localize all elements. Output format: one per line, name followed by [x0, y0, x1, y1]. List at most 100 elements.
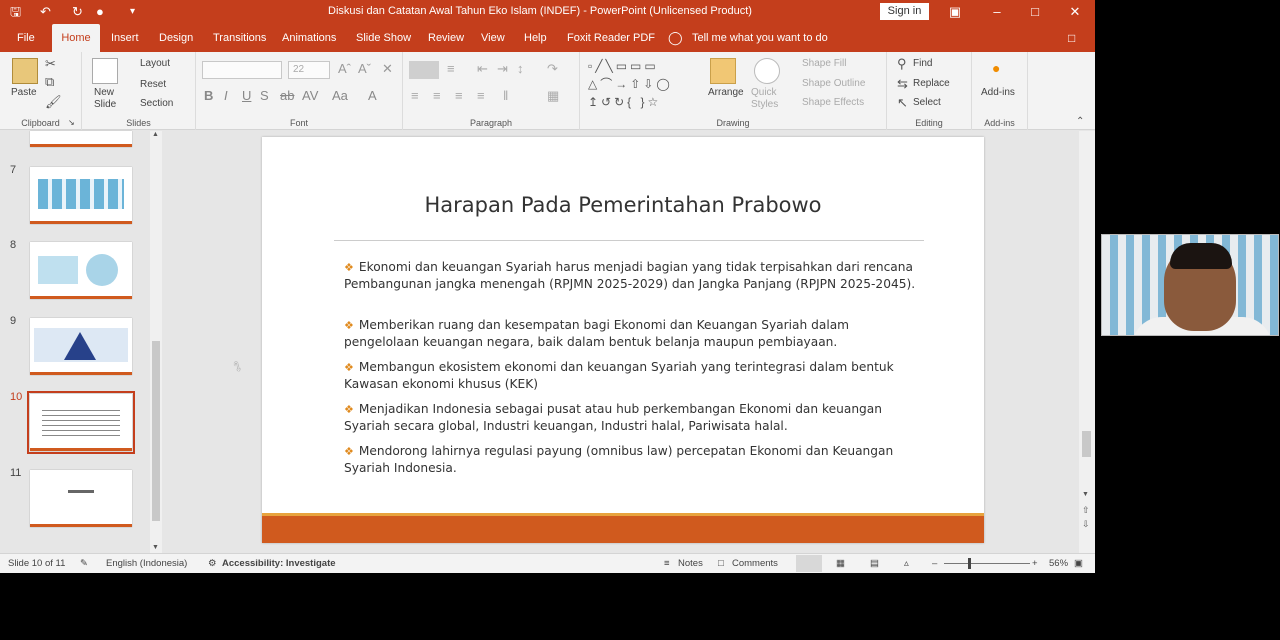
- align-left-icon[interactable]: ≡: [411, 88, 419, 103]
- underline-icon[interactable]: U: [242, 88, 251, 103]
- undo-icon[interactable]: ↶: [40, 3, 51, 21]
- slide-bullet[interactable]: ❖ Mendorong lahirnya regulasi payung (omn…: [344, 443, 924, 476]
- grow-font-icon[interactable]: Aˆ: [338, 61, 351, 76]
- tell-me-search[interactable]: Tell me what you want to do: [688, 24, 832, 52]
- arrange-icon[interactable]: [710, 58, 736, 84]
- align-right-icon[interactable]: ≡: [455, 88, 463, 103]
- next-slide-icon[interactable]: ⇩: [1082, 519, 1090, 530]
- shadow-icon[interactable]: S: [260, 88, 269, 103]
- layout-button[interactable]: Layout: [140, 58, 170, 69]
- slide-bullet[interactable]: ❖ Menjadikan Indonesia sebagai pusat atau…: [344, 401, 924, 434]
- addins-button[interactable]: Add-ins: [981, 87, 1015, 98]
- notes-button[interactable]: Notes: [678, 558, 703, 569]
- cut-icon[interactable]: ✂: [45, 56, 56, 72]
- font-color-icon[interactable]: A: [368, 88, 377, 103]
- addins-icon[interactable]: ●: [992, 60, 1000, 76]
- bullets-icon[interactable]: [409, 61, 439, 79]
- dialog-launcher-icon[interactable]: ↘: [68, 118, 75, 127]
- new-slide-button[interactable]: New Slide: [94, 87, 120, 111]
- line-spacing-icon[interactable]: ↕: [517, 61, 524, 76]
- change-case-icon[interactable]: Aa: [332, 88, 348, 103]
- ribbon-display-icon[interactable]: ▣: [940, 2, 970, 22]
- scroll-down-icon[interactable]: ▼: [152, 544, 159, 551]
- close-button[interactable]: ✕: [1060, 2, 1090, 22]
- accessibility-button[interactable]: Accessibility: Investigate: [222, 558, 336, 569]
- spelling-icon[interactable]: ✎: [80, 558, 88, 569]
- font-size-field[interactable]: 22: [288, 61, 330, 79]
- comments-icon[interactable]: □: [1064, 24, 1079, 52]
- current-slide[interactable]: Harapan Pada Pemerintahan Prabowo ❖ Ekono…: [262, 137, 984, 543]
- tab-slide-show[interactable]: Slide Show: [352, 24, 415, 52]
- align-center-icon[interactable]: ≡: [433, 88, 441, 103]
- quick-access-dropdown-icon[interactable]: ▾: [130, 3, 135, 21]
- paste-icon[interactable]: [12, 58, 38, 84]
- find-icon[interactable]: ⚲: [897, 56, 907, 72]
- format-painter-icon[interactable]: 🖌: [45, 94, 62, 110]
- spacing-icon[interactable]: AV: [302, 88, 318, 103]
- strikethrough-icon[interactable]: ab: [280, 88, 294, 103]
- scroll-thumb[interactable]: [152, 341, 160, 521]
- normal-view-button[interactable]: [796, 555, 822, 572]
- arrange-button[interactable]: Arrange: [708, 87, 744, 98]
- tab-transitions[interactable]: Transitions: [209, 24, 270, 52]
- slide-thumbnail-6[interactable]: [30, 131, 132, 147]
- shape-effects-button[interactable]: Shape Effects: [802, 97, 864, 108]
- shapes-gallery[interactable]: ▫╱╲▭▭▭ △⌒→⇧⇩◯ ↥↺↻{ }☆: [588, 57, 696, 111]
- justify-icon[interactable]: ≡: [477, 88, 485, 103]
- quick-styles-button[interactable]: Quick Styles: [751, 87, 785, 111]
- comments-button[interactable]: Comments: [732, 558, 778, 569]
- bold-icon[interactable]: B: [204, 88, 213, 103]
- slide-thumbnail-9[interactable]: [30, 318, 132, 375]
- slide-bullet[interactable]: ❖ Ekonomi dan keuangan Syariah harus menj…: [344, 259, 924, 292]
- comments-status-icon[interactable]: □: [718, 558, 724, 569]
- increase-indent-icon[interactable]: ⇥: [497, 61, 508, 77]
- select-button[interactable]: Select: [913, 97, 941, 108]
- tab-review[interactable]: Review: [424, 24, 468, 52]
- italic-icon[interactable]: I: [224, 88, 228, 103]
- accessibility-icon[interactable]: ⚙: [208, 558, 217, 569]
- customize-icon[interactable]: ●: [96, 3, 104, 21]
- fit-to-window-icon[interactable]: ▣: [1074, 558, 1083, 569]
- smartart-icon[interactable]: ▦: [547, 88, 559, 104]
- language-indicator[interactable]: English (Indonesia): [106, 558, 187, 569]
- replace-button[interactable]: Replace: [913, 78, 950, 89]
- tab-home[interactable]: Home: [52, 24, 100, 52]
- slide-thumbnail-7[interactable]: [30, 167, 132, 224]
- slide-thumbnail-10[interactable]: [27, 391, 135, 454]
- shape-fill-button[interactable]: Shape Fill: [802, 58, 846, 69]
- save-icon[interactable]: 🖫: [10, 3, 21, 21]
- slide-thumbnail-11[interactable]: [30, 470, 132, 527]
- shrink-font-icon[interactable]: Aˇ: [358, 61, 371, 76]
- redo-icon[interactable]: ↻: [72, 3, 83, 21]
- reading-view-icon[interactable]: ▤: [870, 558, 879, 569]
- slide-title[interactable]: Harapan Pada Pemerintahan Prabowo: [262, 193, 984, 217]
- slide-bullet[interactable]: ❖ Membangun ekosistem ekonomi dan keuanga…: [344, 359, 924, 392]
- find-button[interactable]: Find: [913, 58, 932, 69]
- zoom-level[interactable]: 56%: [1049, 558, 1068, 569]
- tab-file[interactable]: File: [13, 24, 39, 52]
- columns-icon[interactable]: ‖: [503, 88, 508, 103]
- slideshow-icon[interactable]: ▵: [904, 558, 909, 569]
- slide-scrollbar[interactable]: ▼ ⇧ ⇩: [1079, 131, 1095, 553]
- decrease-indent-icon[interactable]: ⇤: [477, 61, 488, 77]
- thumbnails-scrollbar[interactable]: ▲ ▼: [150, 131, 162, 553]
- scroll-down-icon[interactable]: ▼: [1082, 491, 1089, 498]
- clear-format-icon[interactable]: ✕: [382, 61, 393, 77]
- slide-sorter-icon[interactable]: ▦: [836, 558, 845, 569]
- slide-bullet[interactable]: ❖ Memberikan ruang dan kesempatan bagi Ek…: [344, 317, 924, 350]
- sign-in-button[interactable]: Sign in: [880, 3, 929, 20]
- numbering-icon[interactable]: ≡: [447, 61, 455, 76]
- copy-icon[interactable]: ⧉: [45, 74, 54, 90]
- shape-outline-button[interactable]: Shape Outline: [802, 78, 865, 89]
- quick-styles-icon[interactable]: [754, 58, 780, 84]
- reset-button[interactable]: Reset: [140, 79, 166, 90]
- previous-slide-icon[interactable]: ⇧: [1082, 505, 1090, 516]
- scroll-up-icon[interactable]: ▲: [152, 131, 159, 138]
- zoom-out-icon[interactable]: –: [932, 558, 937, 569]
- section-button[interactable]: Section: [140, 98, 173, 109]
- select-icon[interactable]: ↖: [897, 95, 908, 111]
- zoom-in-icon[interactable]: +: [1032, 558, 1038, 569]
- zoom-slider-thumb[interactable]: [968, 558, 971, 569]
- minimize-button[interactable]: –: [982, 2, 1012, 22]
- maximize-button[interactable]: □: [1020, 2, 1050, 22]
